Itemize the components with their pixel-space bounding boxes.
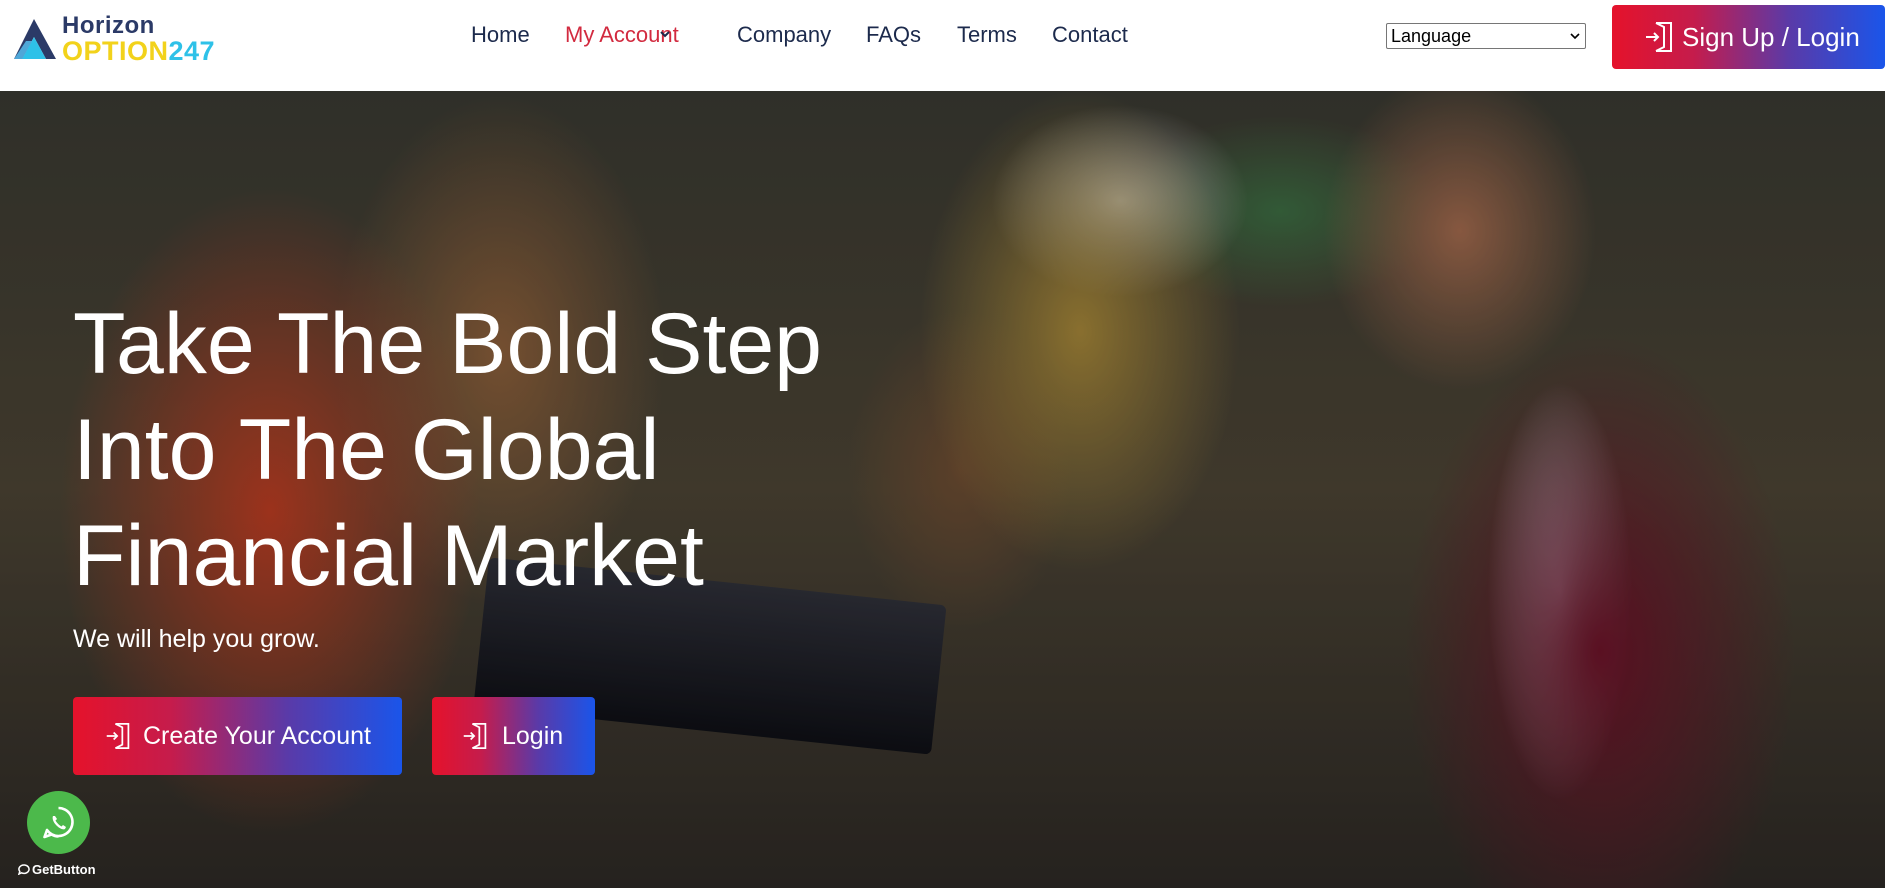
create-account-label: Create Your Account bbox=[143, 722, 371, 750]
chat-bubble-icon bbox=[18, 864, 30, 875]
hero-subline: We will help you grow. bbox=[73, 625, 320, 653]
brand-logo[interactable]: Horizon OPTION247 bbox=[12, 13, 215, 65]
nav-terms[interactable]: Terms bbox=[957, 22, 1017, 48]
getbutton-credit[interactable]: GetButton bbox=[18, 862, 96, 877]
whatsapp-icon bbox=[43, 806, 74, 839]
language-select[interactable]: Language bbox=[1386, 23, 1586, 49]
site-header: Horizon OPTION247 Home My Account Compan… bbox=[0, 0, 1885, 91]
sign-in-icon bbox=[463, 723, 487, 749]
login-button[interactable]: Login bbox=[432, 697, 595, 775]
nav-home[interactable]: Home bbox=[471, 22, 530, 48]
hero-headline-line-3: Financial Market bbox=[73, 508, 704, 604]
login-label: Login bbox=[502, 722, 564, 750]
getbutton-label: GetButton bbox=[32, 862, 96, 877]
sign-in-icon bbox=[1646, 22, 1672, 52]
nav-company[interactable]: Company bbox=[737, 22, 831, 48]
create-account-button[interactable]: Create Your Account bbox=[73, 697, 402, 775]
logo-text-option: OPTION bbox=[62, 36, 169, 66]
whatsapp-chat-button[interactable] bbox=[27, 791, 90, 854]
select-arrow-icon bbox=[1570, 33, 1580, 40]
nav-contact[interactable]: Contact bbox=[1052, 22, 1128, 48]
logo-text-option247: OPTION247 bbox=[62, 37, 215, 65]
hero-headline: Take The Bold Step Into The Global Finan… bbox=[73, 291, 973, 609]
hero-headline-line-1: Take The Bold Step bbox=[73, 296, 823, 392]
hero-section: Take The Bold Step Into The Global Finan… bbox=[0, 91, 1885, 888]
logo-triangle-icon bbox=[14, 19, 56, 59]
logo-text-number: 247 bbox=[168, 36, 216, 66]
signup-login-label: Sign Up / Login bbox=[1682, 22, 1860, 52]
signup-login-button[interactable]: Sign Up / Login bbox=[1612, 5, 1885, 69]
sign-in-icon bbox=[106, 723, 130, 749]
chevron-down-icon[interactable] bbox=[658, 29, 672, 39]
nav-faqs[interactable]: FAQs bbox=[866, 22, 921, 48]
hero-headline-line-2: Into The Global bbox=[73, 402, 660, 498]
